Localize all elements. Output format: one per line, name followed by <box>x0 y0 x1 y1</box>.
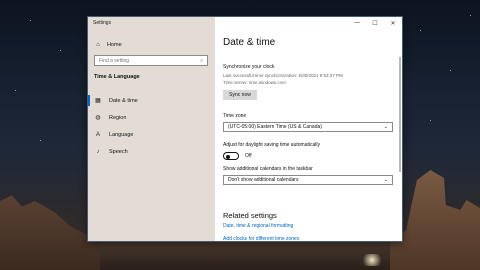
timezone-value: (UTC-05:00) Eastern Time (US & Canada) <box>228 124 322 130</box>
search-placeholder: Find a setting <box>99 57 130 64</box>
toggle-knob <box>226 154 230 159</box>
home-label: Home <box>107 42 122 48</box>
main-content: — ☐ ✕ Date & time Synchronize your clock… <box>215 17 402 242</box>
settings-window: Settings ⌂ Home Find a setting ⌕ Time & … <box>87 16 403 242</box>
home-link[interactable]: ⌂ Home <box>94 41 122 49</box>
chevron-down-icon: ⌄ <box>383 177 388 183</box>
timezone-label: Time zone <box>223 113 247 119</box>
dst-state: Off <box>245 153 252 159</box>
sidebar-item-date-time[interactable]: ▦ Date & time <box>88 92 215 109</box>
dst-label: Adjust for daylight saving time automati… <box>223 142 320 148</box>
nav-list: ▦ Date & time ◍ Region A Language ♪ Spee… <box>88 92 215 160</box>
page-title: Date & time <box>223 37 276 48</box>
sidebar-item-label: Date & time <box>109 97 138 104</box>
related-settings-title: Related settings <box>223 211 277 220</box>
sidebar-item-label: Speech <box>109 148 128 155</box>
sidebar-item-label: Region <box>109 114 127 121</box>
sidebar-item-label: Language <box>109 131 134 138</box>
language-icon: A <box>95 131 100 138</box>
sidebar-item-language[interactable]: A Language <box>88 126 215 143</box>
close-button[interactable]: ✕ <box>384 17 402 29</box>
light-glow <box>360 254 384 266</box>
maximize-button[interactable]: ☐ <box>366 17 384 29</box>
regional-formatting-link[interactable]: Date, time & regional formatting <box>223 223 293 229</box>
scrollbar[interactable] <box>399 57 401 172</box>
window-controls: — ☐ ✕ <box>348 17 402 29</box>
calendars-dropdown[interactable]: Don't show additional calendars ⌄ <box>223 175 393 185</box>
last-sync-text: Last successful time synchronization: 5/… <box>223 73 343 78</box>
add-clocks-link[interactable]: Add clocks for different time zones <box>223 236 299 242</box>
sidebar-item-region[interactable]: ◍ Region <box>88 109 215 126</box>
time-server-text: Time server: time.windows.com <box>223 80 286 85</box>
calendar-icon: ▦ <box>95 98 101 104</box>
search-input[interactable]: Find a setting ⌕ <box>94 55 208 66</box>
globe-icon: ◍ <box>95 115 101 121</box>
sidebar-item-speech[interactable]: ♪ Speech <box>88 143 215 160</box>
calendars-value: Don't show additional calendars <box>228 177 299 183</box>
microphone-icon: ♪ <box>96 148 100 155</box>
chevron-down-icon: ⌄ <box>383 124 388 130</box>
window-title: Settings <box>93 20 112 26</box>
sidebar: Settings ⌂ Home Find a setting ⌕ Time & … <box>88 17 215 241</box>
dst-toggle[interactable] <box>223 152 239 160</box>
section-title: Time & Language <box>94 74 140 80</box>
sync-heading: Synchronize your clock <box>223 64 275 70</box>
search-icon: ⌕ <box>200 57 203 64</box>
timezone-dropdown[interactable]: (UTC-05:00) Eastern Time (US & Canada) ⌄ <box>223 122 393 132</box>
minimize-button[interactable]: — <box>348 17 366 29</box>
calendars-label: Show additional calendars in the taskbar <box>223 166 313 172</box>
sync-now-button[interactable]: Sync now <box>223 90 257 100</box>
home-icon: ⌂ <box>96 42 100 48</box>
